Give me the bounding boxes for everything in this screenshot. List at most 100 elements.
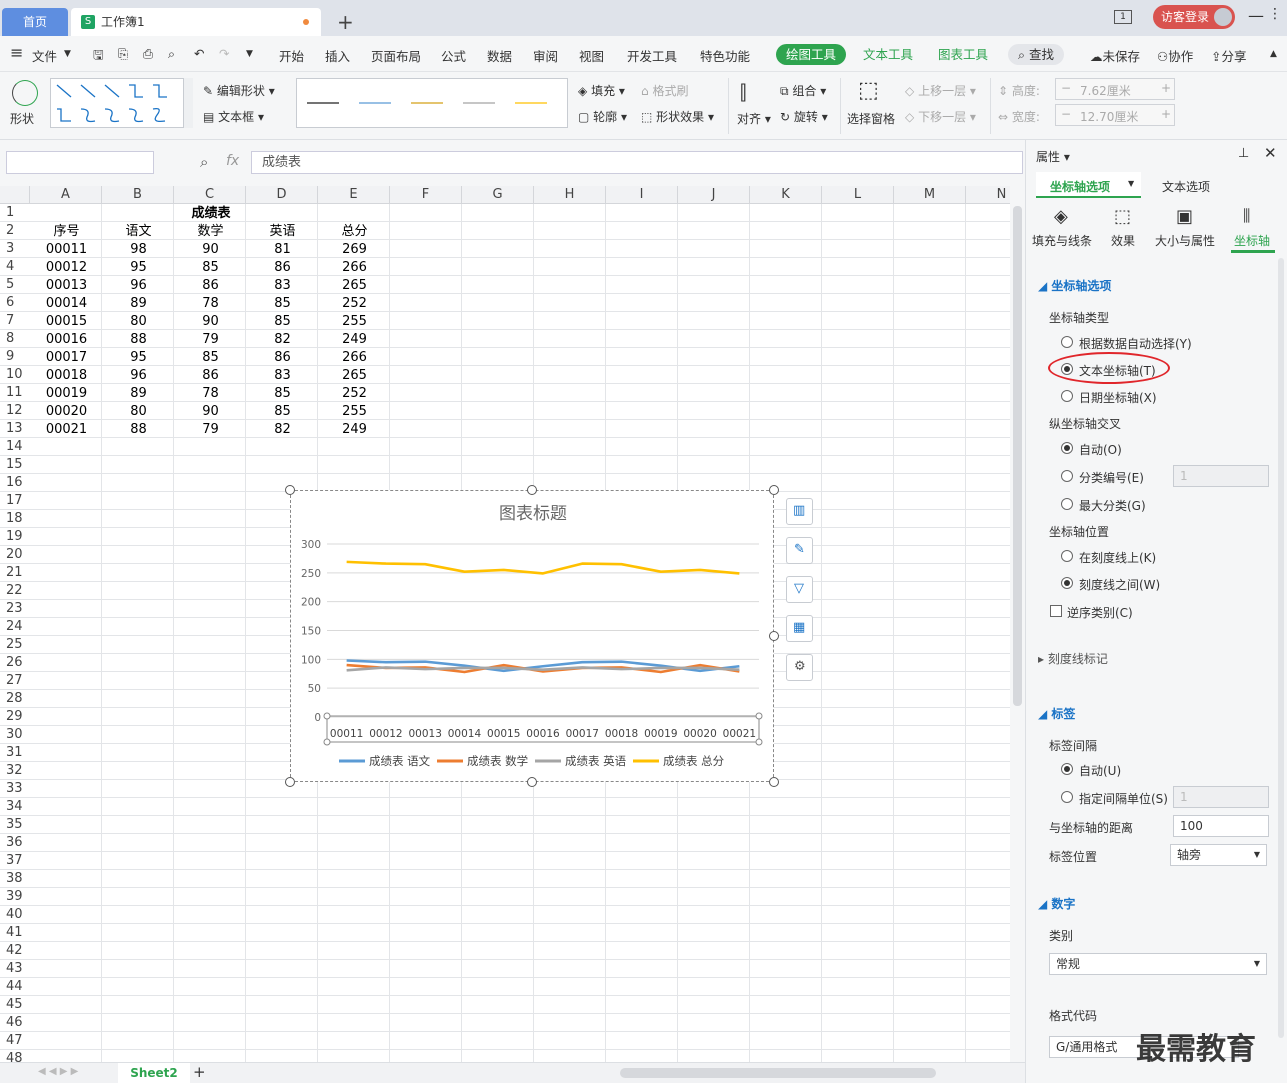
row-header[interactable]: 24 <box>0 618 30 636</box>
section-number[interactable]: ◢ 数字 <box>1038 895 1075 912</box>
chart-elements-button[interactable]: ▥ <box>786 498 813 525</box>
row-header[interactable]: 34 <box>0 798 30 816</box>
column-header-G[interactable]: G <box>462 186 534 204</box>
row-header[interactable]: 14 <box>0 438 30 456</box>
row-header[interactable]: 6 <box>0 294 30 312</box>
width-minus-button[interactable]: − <box>1061 107 1071 121</box>
menu-drawing-tools[interactable]: 绘图工具 <box>776 44 847 65</box>
chevron-down-icon[interactable]: ▼ <box>64 49 71 59</box>
subtab-size[interactable]: 大小与属性 <box>1155 232 1215 249</box>
reverse-checkbox[interactable] <box>1050 605 1062 617</box>
row-header[interactable]: 33 <box>0 780 30 798</box>
name-box[interactable] <box>6 151 154 174</box>
tab-workbook[interactable]: S 工作簿1 <box>71 8 321 36</box>
select-pane-icon[interactable]: ⬚ <box>858 78 879 103</box>
edit-shape-button[interactable]: ✎ 编辑形状 ▾ <box>203 82 275 99</box>
row-header[interactable]: 32 <box>0 762 30 780</box>
minimize-icon[interactable]: — <box>1248 6 1264 25</box>
tab-axis-options[interactable]: 坐标轴选项 ▼ <box>1036 172 1141 198</box>
radio-interval-unit-label[interactable]: 指定间隔单位(S) <box>1079 790 1168 807</box>
chart-filter-button[interactable]: ▽ <box>786 576 813 603</box>
resize-handle-s[interactable] <box>527 777 537 787</box>
radio-date-axis[interactable] <box>1061 390 1073 402</box>
menu-special[interactable]: 特色功能 <box>700 46 750 65</box>
size-icon[interactable]: ▣ <box>1176 206 1193 227</box>
menu-data[interactable]: 数据 <box>487 46 512 65</box>
distance-input[interactable]: 100 <box>1173 815 1269 837</box>
format-brush-button[interactable]: ⌂ 格式刷 <box>641 82 688 99</box>
resize-handle-sw[interactable] <box>285 777 295 787</box>
row-header[interactable]: 31 <box>0 744 30 762</box>
menu-file[interactable]: 文件 <box>32 46 57 65</box>
textbox-button[interactable]: ▤ 文本框 ▾ <box>203 108 264 125</box>
fill-button[interactable]: ◈ 填充 ▾ <box>578 82 625 99</box>
row-header[interactable]: 35 <box>0 816 30 834</box>
radio-interval-auto[interactable] <box>1061 763 1073 775</box>
column-header-C[interactable]: C <box>174 186 246 204</box>
shape-icon[interactable] <box>12 80 38 106</box>
horizontal-scroll-thumb[interactable] <box>620 1068 936 1078</box>
row-header[interactable]: 9 <box>0 348 30 366</box>
align-button[interactable]: 对齐 ▾ <box>737 110 771 127</box>
section-axis-options[interactable]: ◢ 坐标轴选项 <box>1038 277 1111 294</box>
sheet-tab-sheet2[interactable]: Sheet2 <box>118 1063 190 1083</box>
print-icon[interactable]: ⎙ <box>143 46 153 62</box>
bring-forward-button[interactable]: ◇ 上移一层 ▾ <box>905 82 976 99</box>
row-header[interactable]: 46 <box>0 1014 30 1032</box>
unsaved-button[interactable]: ☁未保存 <box>1090 46 1140 65</box>
subtab-fill-line[interactable]: 填充与线条 <box>1032 232 1092 249</box>
line-style-gallery[interactable] <box>296 78 568 128</box>
connector-gallery[interactable] <box>50 78 193 128</box>
collapse-ribbon-icon[interactable]: ▲ <box>1270 49 1277 59</box>
radio-cross-auto-label[interactable]: 自动(O) <box>1079 441 1122 458</box>
radio-cross-auto[interactable] <box>1061 442 1073 454</box>
radio-auto-select[interactable] <box>1061 336 1073 348</box>
send-backward-button[interactable]: ◇ 下移一层 ▾ <box>905 108 976 125</box>
resize-handle-ne[interactable] <box>769 485 779 495</box>
row-header[interactable]: 37 <box>0 852 30 870</box>
save-icon[interactable]: 🖫 <box>93 46 104 67</box>
reverse-checkbox-label[interactable]: 逆序类别(C) <box>1067 604 1133 621</box>
radio-cross-max[interactable] <box>1061 498 1073 510</box>
radio-on-tick-label[interactable]: 在刻度线上(K) <box>1079 549 1156 566</box>
column-header-J[interactable]: J <box>678 186 750 204</box>
column-header-A[interactable]: A <box>30 186 102 204</box>
cross-category-input[interactable]: 1 <box>1173 465 1269 487</box>
row-header[interactable]: 3 <box>0 240 30 258</box>
resize-handle-e[interactable] <box>769 631 779 641</box>
row-header[interactable]: 45 <box>0 996 30 1014</box>
row-header[interactable]: 48 <box>0 1050 30 1062</box>
row-header[interactable]: 21 <box>0 564 30 582</box>
share-button[interactable]: ⇪分享 <box>1211 46 1247 65</box>
row-header[interactable]: 29 <box>0 708 30 726</box>
radio-cross-category-label[interactable]: 分类编号(E) <box>1079 469 1144 486</box>
shape-button[interactable]: 形状 <box>10 110 34 127</box>
fx-label[interactable]: fx <box>226 153 239 169</box>
select-all-corner[interactable] <box>0 186 30 204</box>
height-stepper[interactable]: − 7.62厘米 + <box>1055 78 1175 100</box>
row-header[interactable]: 1 <box>0 204 30 222</box>
row-header[interactable]: 36 <box>0 834 30 852</box>
row-header[interactable]: 38 <box>0 870 30 888</box>
column-header-K[interactable]: K <box>750 186 822 204</box>
row-header[interactable]: 42 <box>0 942 30 960</box>
row-header[interactable]: 47 <box>0 1032 30 1050</box>
select-pane-button[interactable]: 选择窗格 <box>847 110 895 127</box>
chart-settings-button[interactable]: ⚙ <box>786 654 813 681</box>
menu-insert[interactable]: 插入 <box>325 46 350 65</box>
formula-input[interactable]: 成绩表 <box>251 151 1023 174</box>
radio-auto-select-label[interactable]: 根据数据自动选择(Y) <box>1079 335 1192 352</box>
row-header[interactable]: 23 <box>0 600 30 618</box>
section-label[interactable]: ◢ 标签 <box>1038 705 1075 722</box>
row-header[interactable]: 28 <box>0 690 30 708</box>
chart-style-button[interactable]: ✎ <box>786 537 813 564</box>
width-plus-button[interactable]: + <box>1161 107 1171 121</box>
row-header[interactable]: 18 <box>0 510 30 528</box>
radio-between-tick[interactable] <box>1061 577 1073 589</box>
subtab-effect[interactable]: 效果 <box>1111 232 1135 249</box>
subtab-axis[interactable]: 坐标轴 <box>1234 232 1270 249</box>
outline-button[interactable]: ▢ 轮廓 ▾ <box>578 108 627 125</box>
fill-line-icon[interactable]: ◈ <box>1054 206 1068 227</box>
tick-marks-section[interactable]: ▸ 刻度线标记 <box>1038 650 1108 667</box>
resize-handle-n[interactable] <box>527 485 537 495</box>
